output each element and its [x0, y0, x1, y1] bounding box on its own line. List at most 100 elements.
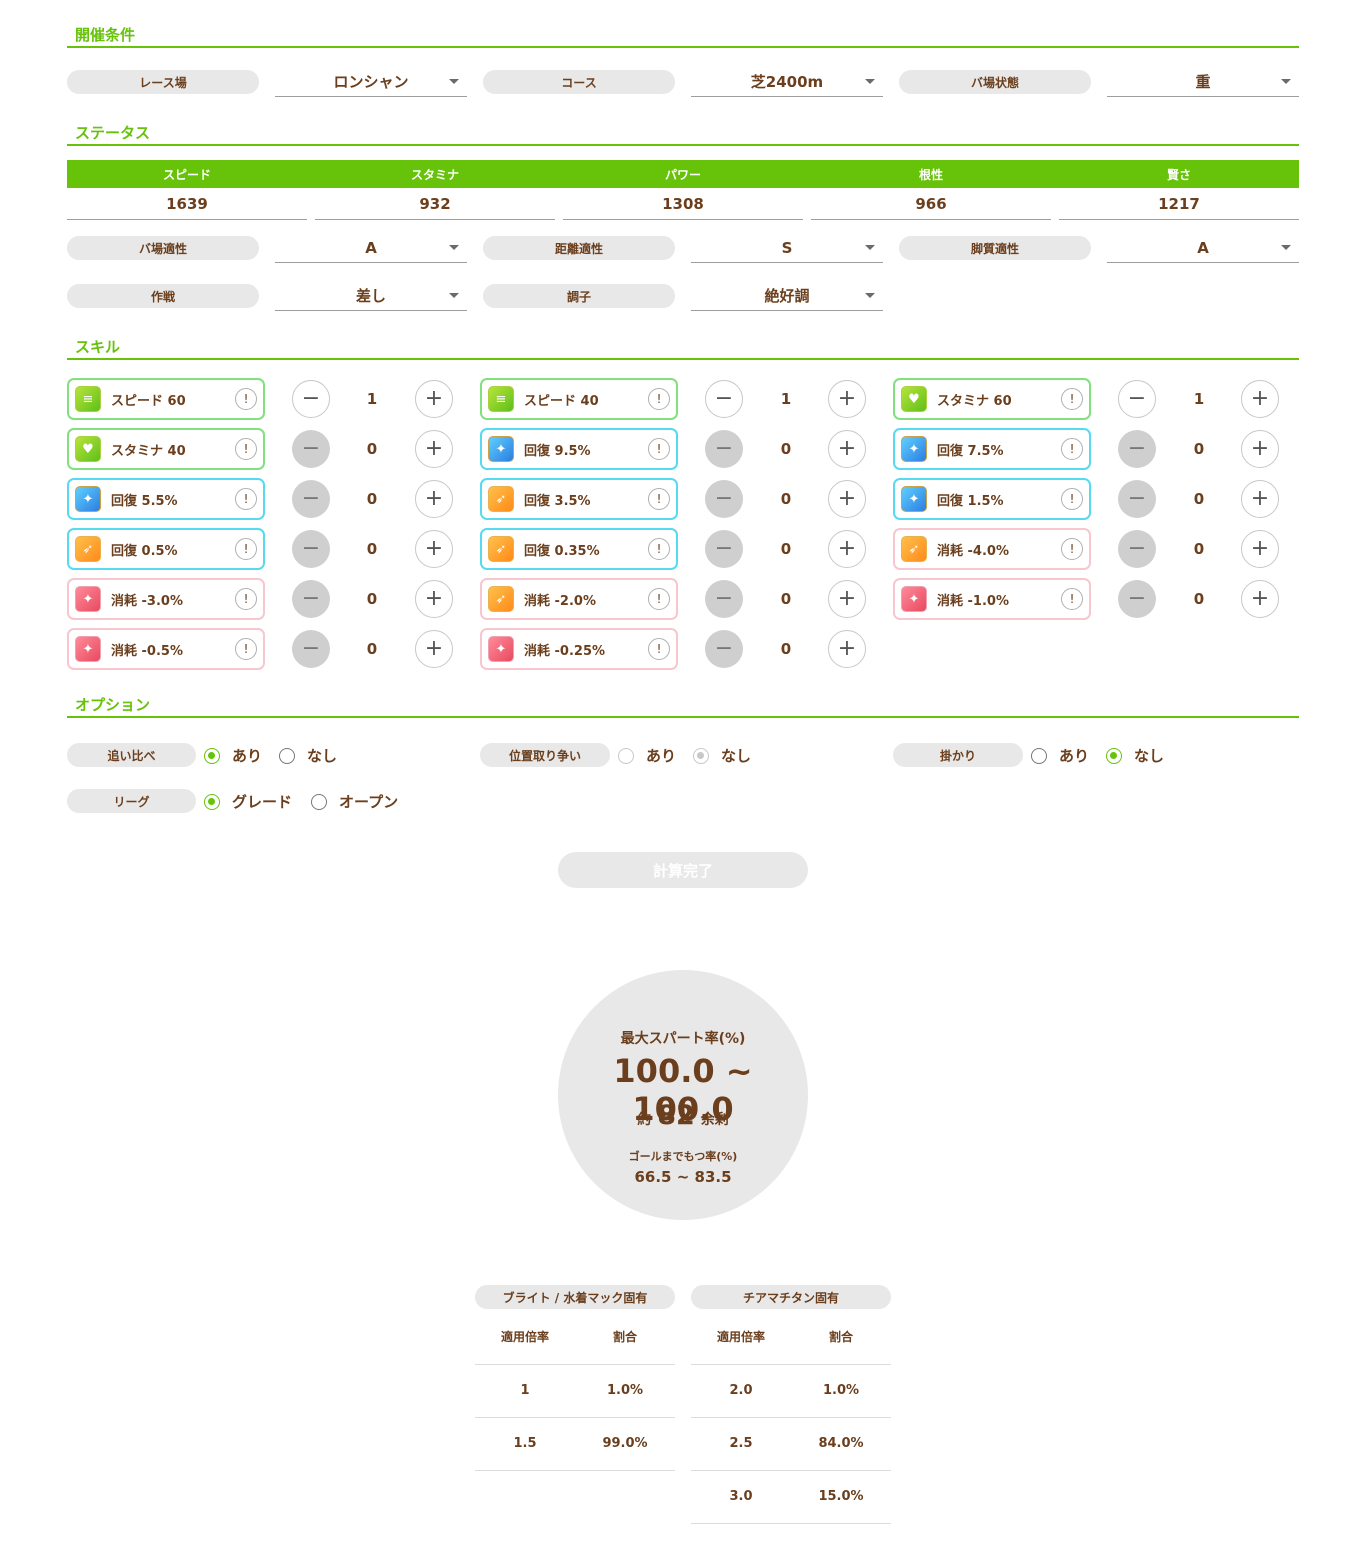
track-aptitude-label: バ場適性 — [67, 236, 259, 260]
info-icon[interactable]: ! — [1061, 438, 1083, 460]
decrement-button[interactable]: − — [292, 530, 330, 568]
skill-count: 1 — [366, 390, 378, 408]
position-yes-radio[interactable]: あり — [618, 745, 676, 766]
decrement-button[interactable]: − — [705, 630, 743, 668]
increment-button[interactable]: + — [415, 430, 453, 468]
increment-button[interactable]: + — [415, 480, 453, 518]
info-icon[interactable]: ! — [235, 638, 257, 660]
info-icon[interactable]: ! — [235, 488, 257, 510]
oikurabe-label: 追い比べ — [67, 743, 196, 767]
speed-input[interactable]: 1639 — [67, 190, 307, 220]
increment-button[interactable]: + — [415, 530, 453, 568]
skill-card[interactable]: ➶ 回復 0.35% ! — [480, 528, 678, 570]
skill-card[interactable]: ➶ 消耗 -2.0% ! — [480, 578, 678, 620]
decrement-button[interactable]: − — [705, 430, 743, 468]
info-icon[interactable]: ! — [1061, 538, 1083, 560]
decrement-button[interactable]: − — [292, 380, 330, 418]
skill-count: 0 — [1193, 590, 1205, 608]
oikurabe-no-radio[interactable]: なし — [279, 745, 337, 766]
stamina-input[interactable]: 932 — [315, 190, 555, 220]
increment-button[interactable]: + — [1241, 580, 1279, 618]
skill-card[interactable]: ♥ スタミナ 60 ! — [893, 378, 1091, 420]
guts-input[interactable]: 966 — [811, 190, 1051, 220]
wisdom-input[interactable]: 1217 — [1059, 190, 1299, 220]
increment-button[interactable]: + — [828, 430, 866, 468]
track-condition-select[interactable]: 重 — [1107, 67, 1299, 97]
league-open-radio[interactable]: オープン — [311, 791, 398, 812]
increment-button[interactable]: + — [1241, 380, 1279, 418]
increment-button[interactable]: + — [828, 630, 866, 668]
increment-button[interactable]: + — [415, 580, 453, 618]
decrement-button[interactable]: − — [705, 380, 743, 418]
decrement-button[interactable]: − — [1118, 380, 1156, 418]
increment-button[interactable]: + — [415, 630, 453, 668]
league-grade-radio[interactable]: グレード — [204, 791, 292, 812]
skill-card[interactable]: ➶ 回復 3.5% ! — [480, 478, 678, 520]
info-icon[interactable]: ! — [648, 488, 670, 510]
strategy-select[interactable]: 差し — [275, 281, 467, 311]
status-header-stamina: スタミナ — [410, 168, 459, 182]
decrement-button[interactable]: − — [1118, 480, 1156, 518]
increment-button[interactable]: + — [1241, 530, 1279, 568]
info-icon[interactable]: ! — [1061, 488, 1083, 510]
decrement-button[interactable]: − — [705, 480, 743, 518]
runner-icon: ➶ — [488, 536, 514, 562]
decrement-button[interactable]: − — [1118, 530, 1156, 568]
info-icon[interactable]: ! — [648, 588, 670, 610]
position-no-radio[interactable]: なし — [693, 745, 751, 766]
info-icon[interactable]: ! — [648, 388, 670, 410]
skill-count: 0 — [780, 490, 792, 508]
info-icon[interactable]: ! — [1061, 588, 1083, 610]
increment-button[interactable]: + — [828, 380, 866, 418]
info-icon[interactable]: ! — [235, 538, 257, 560]
info-icon[interactable]: ! — [648, 438, 670, 460]
skill-card[interactable]: ✦ 消耗 -1.0% ! — [893, 578, 1091, 620]
skill-card[interactable]: ✦ 消耗 -0.25% ! — [480, 628, 678, 670]
skill-card[interactable]: ≡ スピード 60 ! — [67, 378, 265, 420]
skill-card[interactable]: ≡ スピード 40 ! — [480, 378, 678, 420]
increment-button[interactable]: + — [828, 580, 866, 618]
skill-card[interactable]: ✦ 回復 9.5% ! — [480, 428, 678, 470]
decrement-button[interactable]: − — [292, 630, 330, 668]
increment-button[interactable]: + — [828, 530, 866, 568]
decrement-button[interactable]: − — [1118, 580, 1156, 618]
kakari-no-radio[interactable]: なし — [1106, 745, 1164, 766]
track-aptitude-select[interactable]: A — [275, 233, 467, 263]
decrement-button[interactable]: − — [1118, 430, 1156, 468]
skill-card[interactable]: ✦ 回復 7.5% ! — [893, 428, 1091, 470]
skill-card[interactable]: ➶ 回復 0.5% ! — [67, 528, 265, 570]
distance-aptitude-select[interactable]: S — [691, 233, 883, 263]
skill-card[interactable]: ✦ 消耗 -0.5% ! — [67, 628, 265, 670]
info-icon[interactable]: ! — [648, 638, 670, 660]
decrement-button[interactable]: − — [292, 580, 330, 618]
mood-select[interactable]: 絶好調 — [691, 281, 883, 311]
skill-card[interactable]: ✦ 回復 1.5% ! — [893, 478, 1091, 520]
skill-card[interactable]: ✦ 回復 5.5% ! — [67, 478, 265, 520]
increment-button[interactable]: + — [415, 380, 453, 418]
power-input[interactable]: 1308 — [563, 190, 803, 220]
course-select[interactable]: 芝2400m — [691, 67, 883, 97]
skill-card[interactable]: ✦ 消耗 -3.0% ! — [67, 578, 265, 620]
mood-label: 調子 — [483, 284, 675, 308]
skill-card[interactable]: ➶ 消耗 -4.0% ! — [893, 528, 1091, 570]
calculate-button[interactable]: 計算完了 — [558, 852, 808, 888]
decrement-button[interactable]: − — [292, 480, 330, 518]
info-icon[interactable]: ! — [235, 588, 257, 610]
oikurabe-yes-radio[interactable]: あり — [204, 745, 262, 766]
chevron-down-icon — [1281, 245, 1291, 250]
skill-card[interactable]: ♥ スタミナ 40 ! — [67, 428, 265, 470]
info-icon[interactable]: ! — [1061, 388, 1083, 410]
info-icon[interactable]: ! — [235, 388, 257, 410]
decrement-button[interactable]: − — [705, 580, 743, 618]
racecourse-select[interactable]: ロンシャン — [275, 67, 467, 97]
style-aptitude-select[interactable]: A — [1107, 233, 1299, 263]
decrement-button[interactable]: − — [705, 530, 743, 568]
increment-button[interactable]: + — [1241, 480, 1279, 518]
increment-button[interactable]: + — [1241, 430, 1279, 468]
decrement-button[interactable]: − — [292, 430, 330, 468]
sparkle-icon: ✦ — [901, 436, 927, 462]
increment-button[interactable]: + — [828, 480, 866, 518]
info-icon[interactable]: ! — [235, 438, 257, 460]
kakari-yes-radio[interactable]: あり — [1031, 745, 1089, 766]
info-icon[interactable]: ! — [648, 538, 670, 560]
